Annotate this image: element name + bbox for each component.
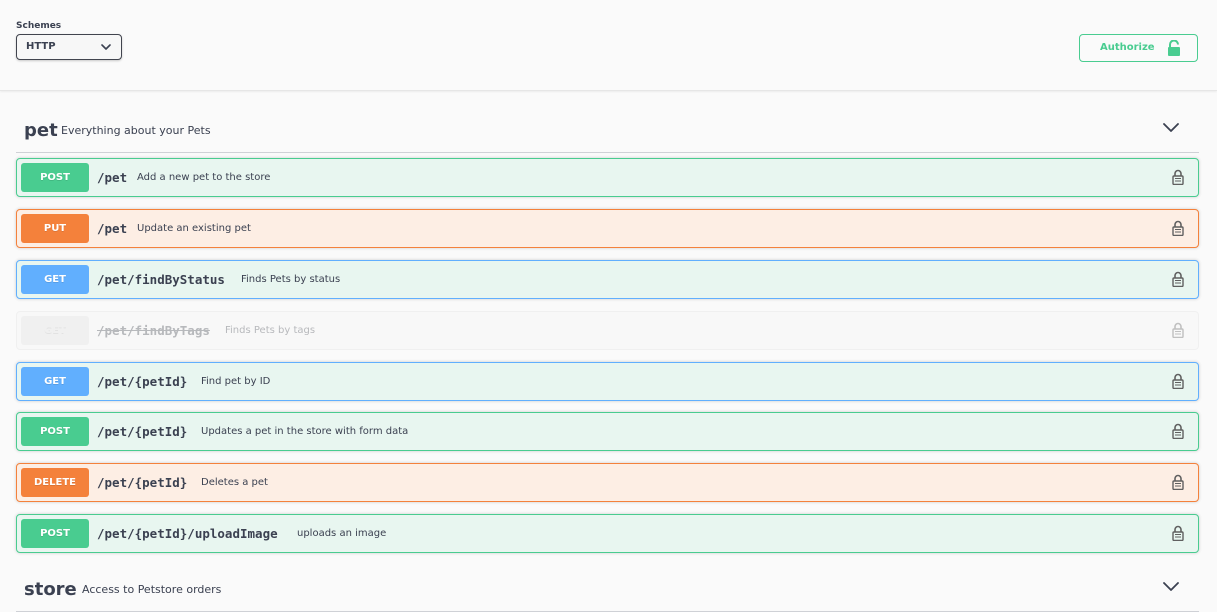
- tag-name: pet: [24, 120, 58, 141]
- opblock-post-petid[interactable]: POST /pet/{petId} Updates a pet in the s…: [16, 412, 1199, 451]
- method-badge: GET: [21, 265, 89, 294]
- operation-path: /pet/{petId}: [97, 424, 188, 439]
- tag-name: store: [24, 579, 77, 600]
- lock-icon[interactable]: [1172, 169, 1184, 185]
- opblock-get-petid[interactable]: GET /pet/{petId} Find pet by ID: [16, 362, 1199, 401]
- lock-icon[interactable]: [1172, 474, 1184, 490]
- lock-icon[interactable]: [1172, 271, 1184, 287]
- opblock-get-findbytags-deprecated[interactable]: GET /pet/findByTags Finds Pets by tags: [16, 311, 1199, 350]
- authorize-label: Authorize: [1100, 42, 1155, 53]
- operation-summary: Add a new pet to the store: [137, 172, 271, 183]
- tag-header-store[interactable]: store Access to Petstore orders: [16, 574, 1199, 612]
- unlocked-icon: [1168, 40, 1180, 56]
- schemes-select[interactable]: HTTP: [16, 34, 122, 60]
- lock-icon[interactable]: [1172, 220, 1184, 236]
- chevron-down-icon: [101, 44, 111, 50]
- lock-icon[interactable]: [1172, 322, 1184, 338]
- operation-path: /pet/findByTags: [97, 323, 210, 338]
- operation-path: /pet/{petId}: [97, 475, 188, 490]
- chevron-down-icon[interactable]: [1163, 123, 1179, 133]
- opblock-get-findbystatus[interactable]: GET /pet/findByStatus Finds Pets by stat…: [16, 260, 1199, 299]
- operation-path: /pet/{petId}: [97, 374, 188, 389]
- lock-icon[interactable]: [1172, 423, 1184, 439]
- operation-path: /pet/findByStatus: [97, 272, 225, 287]
- operation-summary: Find pet by ID: [201, 376, 271, 387]
- opblock-put-pet[interactable]: PUT /pet Update an existing pet: [16, 209, 1199, 248]
- schemes-label: Schemes: [16, 21, 62, 31]
- chevron-down-icon[interactable]: [1163, 582, 1179, 592]
- operation-summary: Finds Pets by tags: [225, 325, 316, 336]
- method-badge: POST: [21, 163, 89, 192]
- tag-description: Everything about your Pets: [61, 124, 211, 137]
- operation-path: /pet: [97, 221, 128, 236]
- lock-icon[interactable]: [1172, 373, 1184, 389]
- tag-header-pet[interactable]: pet Everything about your Pets: [16, 115, 1199, 153]
- top-bar: Schemes HTTP Authorize: [0, 0, 1217, 91]
- method-badge: PUT: [21, 214, 89, 243]
- method-badge: POST: [21, 519, 89, 548]
- operation-summary: uploads an image: [297, 528, 387, 539]
- opblock-post-pet[interactable]: POST /pet Add a new pet to the store: [16, 158, 1199, 197]
- authorize-button[interactable]: Authorize: [1079, 34, 1198, 62]
- method-badge: GET: [21, 367, 89, 396]
- operation-summary: Update an existing pet: [137, 223, 251, 234]
- operation-path: /pet/{petId}/uploadImage: [97, 526, 278, 541]
- method-badge: GET: [21, 316, 89, 345]
- method-badge: POST: [21, 417, 89, 446]
- operation-summary: Updates a pet in the store with form dat…: [201, 426, 409, 437]
- operation-path: /pet: [97, 170, 128, 185]
- lock-icon[interactable]: [1172, 525, 1184, 541]
- opblock-post-uploadimage[interactable]: POST /pet/{petId}/uploadImage uploads an…: [16, 514, 1199, 553]
- opblock-delete-petid[interactable]: DELETE /pet/{petId} Deletes a pet: [16, 463, 1199, 502]
- operation-summary: Deletes a pet: [201, 477, 268, 488]
- schemes-selected-value: HTTP: [26, 41, 56, 52]
- operation-summary: Finds Pets by status: [241, 274, 341, 285]
- tag-description: Access to Petstore orders: [82, 583, 222, 596]
- method-badge: DELETE: [21, 468, 89, 497]
